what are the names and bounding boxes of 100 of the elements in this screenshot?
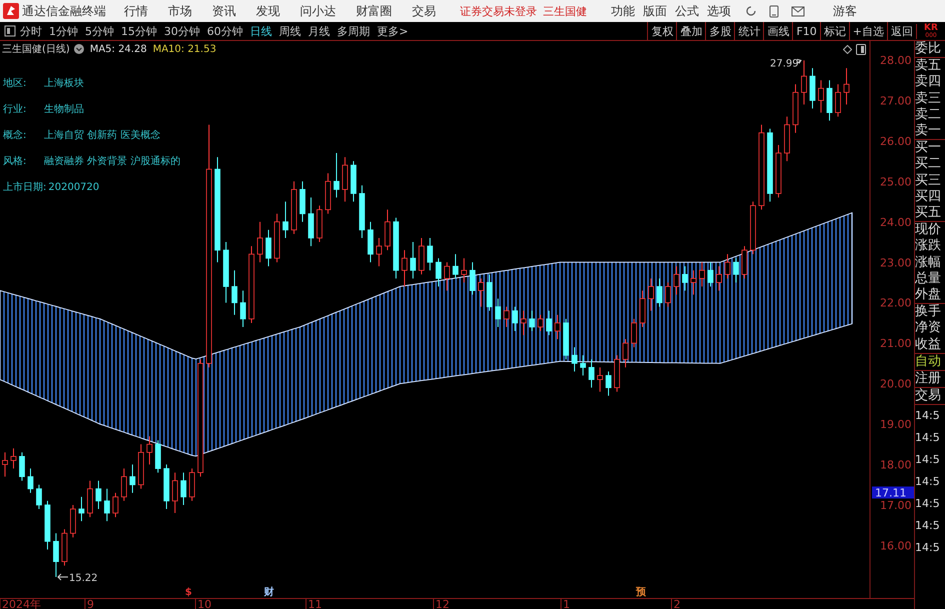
info-value: 上海自贸 创新药 医美概念 — [44, 128, 160, 143]
toolbar-button[interactable]: 标记 — [820, 22, 849, 40]
quote-field-label: 总量 — [915, 270, 942, 288]
date-axis-label: 11 — [308, 598, 322, 609]
toolbar-button[interactable]: +自选 — [848, 22, 887, 40]
stock-name: 三生国健 — [543, 4, 587, 18]
period-tab[interactable]: 60分钟 — [207, 24, 243, 38]
quote-field-label: 买四 — [915, 188, 942, 206]
panel-toggle-icon[interactable] — [4, 25, 16, 37]
period-tab[interactable]: 日线 — [250, 24, 272, 38]
period-tab[interactable]: 分时 — [20, 24, 42, 38]
price-axis-label: 21.00 — [880, 337, 912, 350]
info-value: 上海板块 — [44, 76, 84, 91]
quote-field-label: 买一 — [915, 140, 942, 156]
quote-field-label: 买三 — [915, 172, 942, 189]
period-tab[interactable]: 月线 — [308, 24, 330, 38]
period-tab[interactable]: 多周期 — [337, 24, 370, 38]
menu-item[interactable]: 行情 — [124, 2, 148, 20]
period-tab[interactable]: 1分钟 — [49, 24, 78, 38]
login-status: 证券交易未登录 — [460, 4, 537, 18]
period-tab[interactable]: 周线 — [279, 24, 301, 38]
panel-link[interactable]: 注册 — [915, 371, 945, 388]
dropdown-icon[interactable] — [74, 44, 84, 54]
auto-button[interactable]: 自动 — [915, 354, 945, 370]
quote-field-label: 外盘 — [915, 287, 942, 304]
event-marker[interactable]: $ — [185, 587, 192, 598]
date-axis-label: 12 — [436, 598, 450, 609]
menu-item[interactable]: 交易 — [412, 2, 436, 20]
price-axis-label: 27.00 — [880, 94, 912, 108]
toolbar-button[interactable]: 多股 — [705, 22, 734, 40]
price-axis-label: 19.00 — [880, 418, 912, 432]
quote-field-label: 换手 — [915, 304, 942, 320]
quote-field-label: 现价 — [915, 222, 942, 238]
quote-field-label: 收益 — [915, 336, 942, 353]
panel-link[interactable]: 交易 — [915, 388, 945, 404]
menu-item[interactable]: 资讯 — [212, 2, 236, 20]
menu-item[interactable]: 版面 — [643, 2, 667, 20]
price-axis-label: 26.00 — [880, 134, 912, 148]
logo-icon — [3, 3, 19, 19]
refresh-icon[interactable] — [745, 5, 757, 17]
info-label: 风格: — [3, 154, 28, 169]
quote-field-label: 卖一 — [915, 123, 942, 140]
date-axis-label: 9 — [87, 598, 94, 609]
quote-field-label: 净资 — [915, 320, 942, 337]
quote-field-label: 涨幅 — [915, 254, 942, 271]
app-title: 通达信金融终端 — [22, 2, 106, 20]
panel-toggle-icon[interactable] — [856, 44, 866, 54]
quote-field-label: 卖二 — [915, 106, 942, 123]
trade-time: 14:5 — [915, 408, 941, 424]
menu-item[interactable]: 发现 — [256, 2, 280, 20]
info-value: 20200720 — [48, 181, 100, 195]
menu-item[interactable]: 财富圈 — [356, 2, 392, 20]
info-label: 上市日期: — [3, 180, 46, 195]
trade-time: 14:5 — [915, 518, 941, 534]
quote-field-label: 涨跌 — [915, 238, 942, 255]
mail-icon[interactable] — [791, 6, 805, 16]
date-axis-label: 1 — [563, 598, 570, 609]
diamond-icon[interactable] — [843, 44, 852, 54]
quote-field-label: 买五 — [915, 205, 942, 222]
info-label: 行业: — [3, 102, 28, 117]
current-price-tag: 17.11 — [872, 486, 914, 500]
price-axis-label: 28.00 — [880, 54, 912, 67]
quote-field-label: 委比 — [915, 41, 942, 58]
price-axis-label: 22.00 — [880, 296, 912, 310]
quote-field-label: 卖四 — [915, 74, 942, 91]
price-axis-label: 18.00 — [880, 458, 912, 472]
menu-item[interactable]: 功能 — [611, 2, 635, 20]
toolbar-button[interactable]: 画线 — [763, 22, 792, 40]
period-tab[interactable]: 更多> — [377, 24, 408, 38]
date-axis-label: 2024年 — [2, 598, 41, 609]
info-value: 融资融券 外资背景 沪股通标的 — [44, 154, 180, 169]
indicator-value: MA10: 21.53 — [152, 44, 216, 54]
period-tab[interactable]: 30分钟 — [164, 24, 200, 38]
event-marker[interactable]: 财 — [264, 587, 274, 598]
price-axis-label: 16.00 — [880, 539, 912, 552]
period-tab[interactable]: 5分钟 — [85, 24, 114, 38]
chart-title: 三生国健(日线) — [2, 42, 70, 56]
quote-field-label: 卖三 — [915, 90, 942, 107]
menu-item[interactable]: 问小达 — [300, 2, 336, 20]
price-axis-label: 20.00 — [880, 378, 912, 391]
toolbar-button[interactable]: 复权 — [647, 22, 676, 40]
quote-field-label: 卖五 — [915, 58, 942, 74]
user-label[interactable]: 游客 — [833, 2, 857, 20]
trade-time: 14:5 — [915, 430, 941, 446]
price-axis-label: 25.00 — [880, 175, 912, 188]
menu-item[interactable]: 公式 — [675, 2, 699, 20]
date-axis-label: 10 — [198, 598, 212, 609]
info-label: 地区: — [3, 76, 28, 91]
event-marker[interactable]: 预 — [636, 587, 646, 598]
trade-time: 14:5 — [915, 452, 941, 468]
quote-field-label: 买二 — [915, 156, 942, 173]
indicator-value: MA5: 24.28 — [90, 44, 147, 54]
toolbar-button[interactable]: 统计 — [734, 22, 764, 40]
trade-time: 14:5 — [915, 474, 941, 490]
period-tab[interactable]: 15分钟 — [121, 24, 157, 38]
menu-item[interactable]: 市场 — [168, 2, 192, 20]
menu-item[interactable]: 选项 — [707, 2, 731, 20]
info-value: 生物制品 — [44, 102, 84, 117]
price-axis-label: 23.00 — [880, 256, 912, 270]
phone-icon[interactable] — [769, 4, 779, 18]
